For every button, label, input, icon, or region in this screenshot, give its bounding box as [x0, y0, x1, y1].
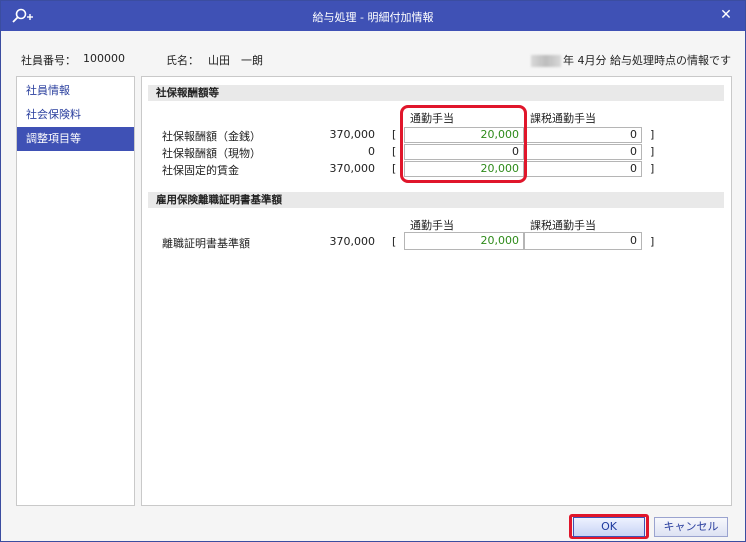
taxable-commute-field[interactable]: 0	[524, 161, 642, 177]
main-panel: 社保報酬額等 通勤手当 課税通勤手当 社保報酬額（金銭） 370,000 [ 2…	[141, 76, 732, 506]
cancel-button[interactable]: キャンセル	[654, 517, 728, 537]
ok-button[interactable]: OK	[573, 517, 645, 537]
dialog-window: 給与処理 - 明細付加情報 ✕ 社員番号： 100000 氏名： 山田 一朗 年…	[0, 0, 746, 542]
name-value: 山田 一朗	[208, 54, 263, 67]
period-text: 年 4月分 給与処理時点の情報です	[563, 54, 731, 67]
col-header-taxable-commute: 課税通勤手当	[530, 219, 596, 232]
bracket-close: ]	[650, 235, 655, 248]
taxable-commute-field[interactable]: 0	[524, 144, 642, 160]
bracket-open: [	[392, 162, 397, 175]
name-label: 氏名：	[166, 54, 199, 67]
bracket-open: [	[392, 128, 397, 141]
sidebar-item-adjustments[interactable]: 調整項目等	[17, 127, 134, 151]
commute-allowance-field[interactable]: 20,000	[404, 232, 524, 250]
commute-allowance-field[interactable]: 0	[404, 144, 524, 160]
section-header-insurance-pay: 社保報酬額等	[148, 85, 724, 101]
bracket-open: [	[392, 145, 397, 158]
sidebar: 社員情報 社会保険料 調整項目等	[16, 76, 135, 506]
emp-no-label: 社員番号：	[21, 54, 76, 67]
emp-no-value: 100000	[83, 52, 125, 65]
row-value: 370,000	[329, 235, 376, 248]
col-header-taxable-commute: 課税通勤手当	[530, 112, 596, 125]
row-value: 370,000	[329, 162, 376, 175]
taxable-commute-field[interactable]: 0	[524, 232, 642, 250]
commute-allowance-field[interactable]: 20,000	[404, 127, 524, 143]
sidebar-item-social-insurance[interactable]: 社会保険料	[17, 103, 134, 127]
window-title: 給与処理 - 明細付加情報	[312, 11, 434, 24]
bracket-close: ]	[650, 128, 655, 141]
taxable-commute-field[interactable]: 0	[524, 127, 642, 143]
row-label: 社保報酬額（現物）	[162, 147, 261, 160]
redacted-year	[531, 55, 561, 67]
row-label: 離職証明書基準額	[162, 237, 250, 250]
col-header-commute: 通勤手当	[410, 112, 454, 125]
col-header-commute: 通勤手当	[410, 219, 454, 232]
employee-info-bar: 社員番号： 100000 氏名： 山田 一朗 年 4月分 給与処理時点の情報です	[1, 49, 745, 69]
row-value: 370,000	[329, 128, 376, 141]
bracket-close: ]	[650, 162, 655, 175]
commute-allowance-field[interactable]: 20,000	[404, 161, 524, 177]
period-info: 年 4月分 給与処理時点の情報です	[531, 52, 731, 68]
section-header-employment-insurance: 雇用保険離職証明書基準額	[148, 192, 724, 208]
title-bar: 給与処理 - 明細付加情報 ✕	[1, 1, 745, 31]
close-icon[interactable]: ✕	[719, 8, 733, 22]
row-label: 社保報酬額（金銭）	[162, 130, 261, 143]
bracket-open: [	[392, 235, 397, 248]
bracket-close: ]	[650, 145, 655, 158]
sidebar-item-employee-info[interactable]: 社員情報	[17, 79, 134, 103]
row-value: 0	[368, 145, 375, 158]
row-label: 社保固定的賃金	[162, 164, 239, 177]
